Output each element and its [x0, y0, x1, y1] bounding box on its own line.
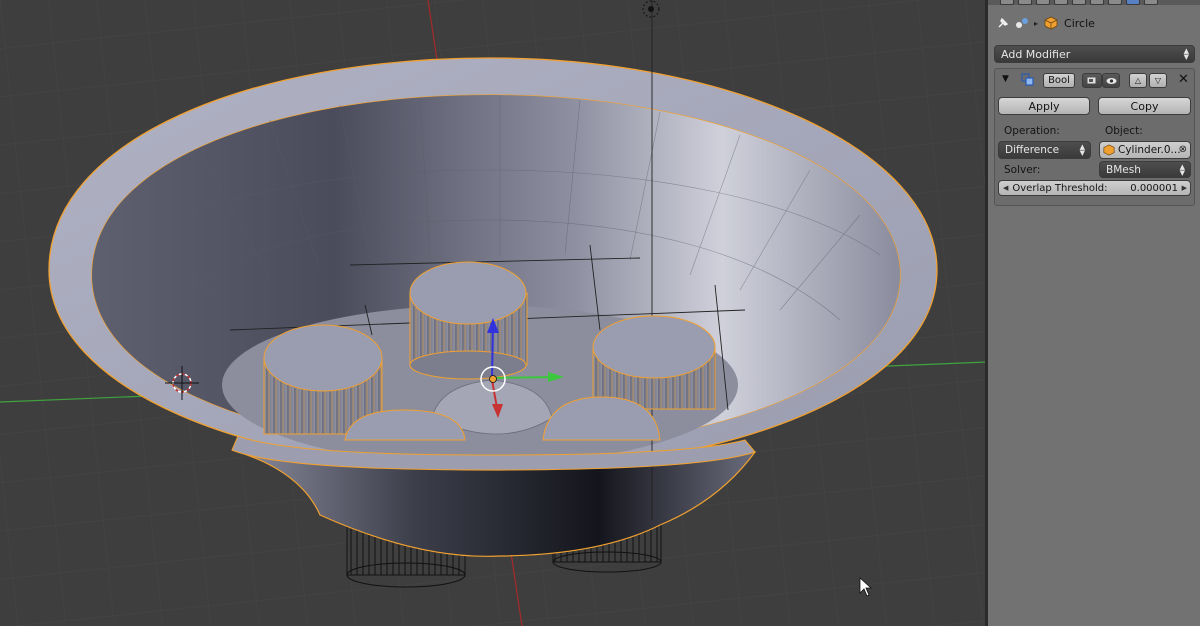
tab-material[interactable] [1144, 0, 1158, 5]
collapse-triangle-icon[interactable]: ▼ [1002, 74, 1009, 84]
copy-button-label: Copy [1130, 99, 1159, 113]
move-down-button[interactable]: ▽ [1149, 73, 1167, 88]
tab-object[interactable] [1072, 0, 1086, 5]
boolean-modifier-panel: ▼ Bool △ ▽ ✕ Apply Copy Operation: Objec… [994, 68, 1195, 206]
tab-scene[interactable] [1036, 0, 1050, 5]
dropdown-arrows-icon: ▲ ▼ [1079, 143, 1085, 157]
operation-label: Operation: [1004, 125, 1060, 137]
solver-value: BMesh [1106, 163, 1141, 176]
cylinder-right [592, 315, 716, 410]
modifier-name: Bool [1048, 75, 1070, 86]
3d-viewport[interactable] [0, 0, 987, 626]
mesh-cube-icon [1103, 144, 1115, 156]
object-label: Object: [1105, 125, 1143, 137]
tab-modifiers[interactable] [1126, 0, 1140, 5]
move-down-icon: ▽ [1154, 76, 1162, 85]
solver-dropdown[interactable]: BMesh ▲ ▼ [1099, 161, 1191, 178]
move-up-icon: △ [1134, 76, 1142, 85]
properties-editor: ▸ Circle Add Modifier ▲ ▼ ▼ Bool △ ▽ ✕ A… [988, 0, 1200, 626]
object-name-label: Circle [1064, 16, 1095, 30]
render-camera-toggle[interactable] [1082, 73, 1102, 88]
dropdown-arrows-icon: ▲ ▼ [1183, 47, 1189, 61]
close-icon[interactable]: ✕ [1178, 72, 1189, 87]
breadcrumb: ▸ Circle [996, 14, 1095, 32]
move-up-button[interactable]: △ [1129, 73, 1147, 88]
tab-data[interactable] [1108, 0, 1122, 5]
modifier-icon [1021, 73, 1034, 86]
decrement-arrow-icon[interactable]: ◀ [1003, 184, 1008, 192]
object-field[interactable]: Cylinder.0... ⊗ [1099, 141, 1191, 159]
add-modifier-label: Add Modifier [1001, 47, 1071, 61]
object-value: Cylinder.0... [1118, 144, 1181, 156]
operation-dropdown[interactable]: Difference ▲ ▼ [998, 141, 1091, 159]
apply-button[interactable]: Apply [998, 97, 1090, 115]
tab-layers[interactable] [1018, 0, 1032, 5]
increment-arrow-icon[interactable]: ▶ [1182, 184, 1187, 192]
eye-icon [1106, 77, 1117, 85]
render-camera-icon [1087, 76, 1098, 85]
operation-value: Difference [1005, 144, 1060, 156]
breadcrumb-arrow-icon: ▸ [1034, 18, 1039, 28]
cylinder-top [409, 261, 528, 380]
viewport-visibility-toggle[interactable] [1102, 73, 1120, 88]
pin-icon[interactable] [996, 16, 1010, 30]
add-modifier-dropdown[interactable]: Add Modifier ▲ ▼ [994, 45, 1195, 63]
tab-constraints[interactable] [1090, 0, 1104, 5]
clear-field-icon[interactable]: ⊗ [1179, 144, 1187, 155]
modifier-name-field[interactable]: Bool [1043, 73, 1075, 88]
overlap-threshold-value: 0.000001 [1130, 182, 1178, 194]
overlap-threshold-field[interactable]: ◀ Overlap Threshold: 0.000001 ▶ [998, 180, 1191, 196]
solver-label: Solver: [1004, 164, 1041, 176]
mesh-cube-icon [1044, 16, 1058, 30]
tab-world[interactable] [1054, 0, 1068, 5]
tab-render[interactable] [1000, 0, 1014, 5]
dropdown-arrows-icon: ▲ ▼ [1179, 162, 1185, 177]
copy-button[interactable]: Copy [1098, 97, 1191, 115]
apply-button-label: Apply [1028, 99, 1060, 113]
scene-links-icon [1014, 16, 1030, 30]
overlap-threshold-label: Overlap Threshold: [1012, 182, 1108, 194]
